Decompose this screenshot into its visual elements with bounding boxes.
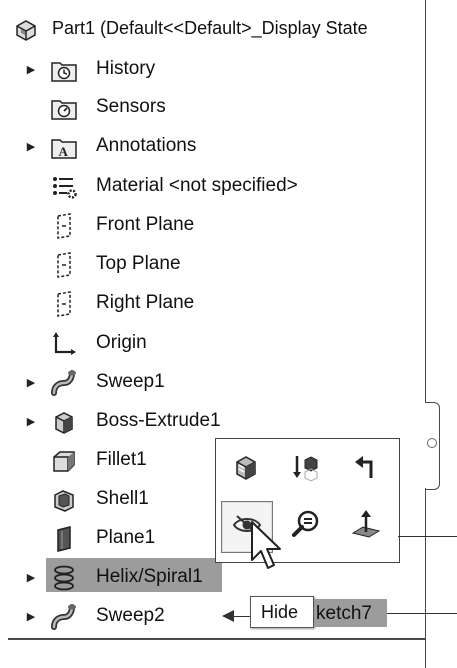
expand-arrow-icon[interactable]: ▶ [24,414,38,428]
history-folder-icon [50,56,78,84]
tree-item-label: Boss-Extrude1 [96,410,221,431]
tree-item-label: Helix/Spiral1 [96,566,203,587]
panel-right-edge-lower [425,488,426,668]
tree-item-label: Material <not specified> [96,175,298,196]
mouse-pointer-icon [251,521,281,569]
tree-item-label: Sweep2 [96,605,165,626]
sweep-icon [50,603,78,631]
expand-arrow-icon[interactable]: ▶ [24,570,38,584]
plane-icon [50,290,78,318]
tree-item-label: Right Plane [96,292,195,313]
normal-to-icon [349,507,383,546]
expand-arrow-icon[interactable]: ▶ [24,609,38,623]
tree-item-annotations[interactable]: ▶ A Annotations [0,128,425,164]
tree-item-label: Sensors [96,96,166,117]
sensors-folder-icon [50,94,78,122]
rollback-icon [289,450,323,489]
fillet-icon [50,447,78,475]
tree-item-top-plane[interactable]: Top Plane [0,246,425,282]
tree-item-sweep2[interactable]: ▶ Sweep2 [0,598,425,634]
tree-item-material[interactable]: Material <not specified> [0,168,425,204]
tree-item-label: Front Plane [96,214,195,235]
boss-extrude-icon [50,408,78,436]
part-icon [12,16,40,44]
tree-item-sensors[interactable]: Sensors [0,89,425,125]
tree-item-right-plane[interactable]: Right Plane [0,285,425,321]
context-toolbar [215,438,400,563]
tree-item-label: Top Plane [96,253,181,274]
origin-icon [50,330,78,358]
sweep-icon [50,369,78,397]
normal-to-button[interactable] [341,501,391,551]
zoom-to-selection-icon [289,507,323,546]
tree-item-origin[interactable]: Origin [0,325,425,361]
tree-root-label: Part1 (Default<<Default>_Display State [52,18,368,38]
expand-arrow-icon[interactable]: ▶ [24,139,38,153]
callout-line-hide [232,616,250,617]
callout-line-sketch [387,613,457,614]
expand-arrow-icon[interactable]: ▶ [24,375,38,389]
tree-item-sweep1[interactable]: ▶ Sweep1 [0,364,425,400]
tree-bottom-divider [8,638,425,640]
shell-icon [50,486,78,514]
rollback-button[interactable] [281,444,331,494]
select-other-button[interactable] [341,444,391,494]
tree-item-front-plane[interactable]: Front Plane [0,207,425,243]
tree-item-label: Annotations [96,135,197,156]
tree-item-label: Plane1 [96,527,156,548]
appearance-button[interactable] [221,444,271,494]
select-other-icon [349,450,383,489]
tooltip-text: Hide [261,602,299,622]
plane-icon [50,212,78,240]
expand-arrow-icon[interactable]: ▶ [24,62,38,76]
tree-item-label: Origin [96,332,147,353]
panel-right-edge [425,0,426,402]
tree-item-label: Sweep1 [96,371,165,392]
appearance-icon [229,450,263,489]
material-icon [50,173,78,201]
helix-icon [50,564,78,592]
collapse-handle-icon[interactable] [427,438,437,448]
annotations-folder-icon: A [50,133,78,161]
plane-icon [50,251,78,279]
zoom-to-selection-button[interactable] [281,501,331,551]
tree-item-label: Shell1 [96,488,149,509]
tree-item-boss-extrude1[interactable]: ▶ Boss-Extrude1 [0,403,425,439]
tree-root-part1[interactable]: Part1 (Default<<Default>_Display State [0,11,425,47]
tree-item-label: History [96,58,156,79]
tree-item-label: Fillet1 [96,449,147,470]
callout-arrowhead-icon [222,610,234,622]
svg-text:A: A [59,144,69,159]
tree-item-history[interactable]: ▶ History [0,51,425,87]
callout-line-toolbar [398,536,457,537]
hide-tooltip: Hide [250,596,314,628]
plane1-icon [50,525,78,553]
tree-item-helix-spiral1[interactable]: ▶ Helix/Spiral1 [0,559,425,595]
